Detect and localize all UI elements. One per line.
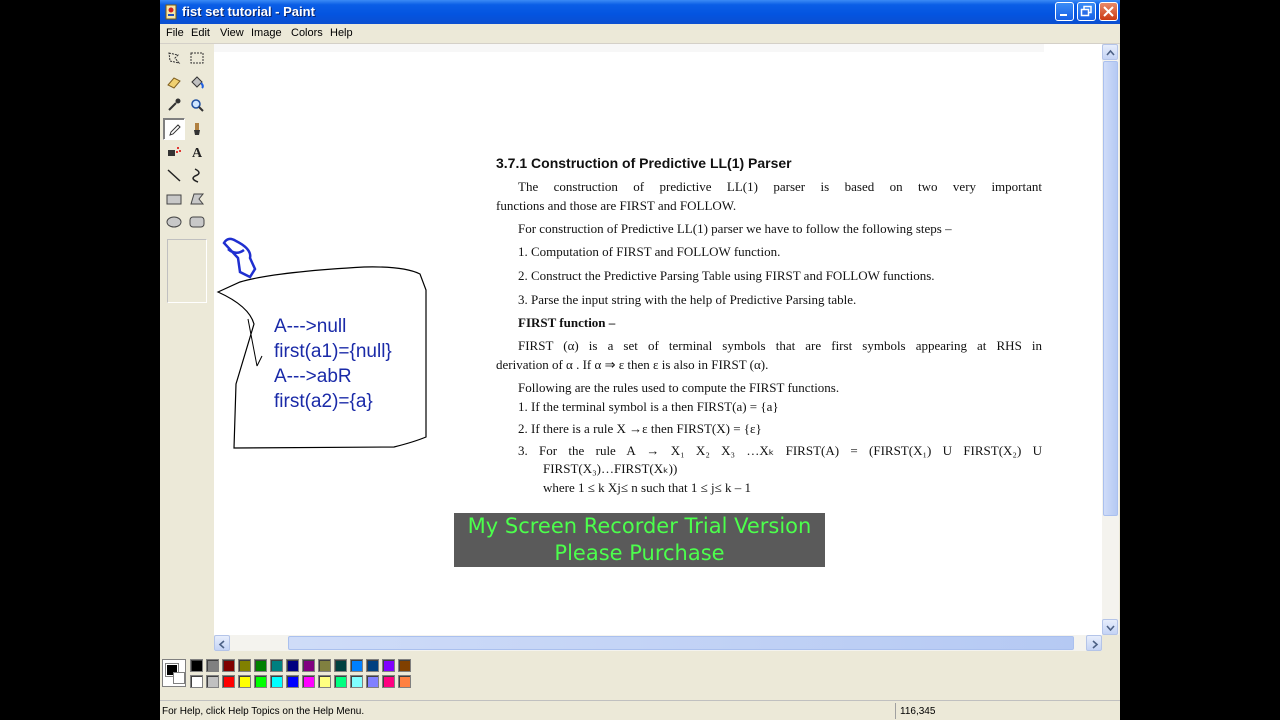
- brush-icon[interactable]: [186, 118, 208, 140]
- rectangle-icon[interactable]: [163, 188, 185, 210]
- palette-swatch-bottom-1[interactable]: [206, 675, 219, 688]
- menu-colors[interactable]: Colors: [291, 27, 323, 39]
- palette-swatch-bottom-10[interactable]: [350, 675, 363, 688]
- eraser-icon[interactable]: [163, 71, 185, 93]
- rect-select-icon[interactable]: [186, 47, 208, 69]
- window-title: fist set tutorial - Paint: [182, 4, 315, 19]
- current-colors[interactable]: [162, 659, 186, 687]
- magnifier-icon[interactable]: [186, 94, 208, 116]
- rounded-rect-icon[interactable]: [186, 211, 208, 233]
- title-bar[interactable]: fist set tutorial - Paint: [160, 0, 1120, 24]
- menu-image[interactable]: Image: [251, 27, 282, 39]
- canvas-area: 3.7.1 Construction of Predictive LL(1) P…: [214, 44, 1102, 635]
- palette-swatch-bottom-5[interactable]: [270, 675, 283, 688]
- free-select-icon[interactable]: [163, 47, 185, 69]
- note-line-1: A--->null: [274, 316, 347, 337]
- line-icon[interactable]: [163, 164, 185, 186]
- paint-app-icon: [165, 4, 177, 20]
- handwritten-notes: A--->null first(a1)={null} A--->abR firs…: [274, 314, 392, 414]
- pencil-icon[interactable]: [163, 118, 185, 140]
- color-picker-icon[interactable]: [163, 94, 185, 116]
- scroll-left-button[interactable]: [214, 635, 230, 651]
- menu-file[interactable]: File: [166, 27, 184, 39]
- toolbox: A: [160, 44, 214, 650]
- maximize-button[interactable]: [1077, 2, 1096, 21]
- horizontal-scrollbar[interactable]: [214, 635, 1102, 651]
- note-line-2: first(a1)={null}: [274, 341, 392, 362]
- status-help-text: For Help, click Help Topics on the Help …: [162, 706, 365, 717]
- menu-bar: File Edit View Image Colors Help: [160, 24, 1120, 44]
- palette-swatch-bottom-0[interactable]: [190, 675, 203, 688]
- palette-swatch-top-10[interactable]: [350, 659, 363, 672]
- palette-swatch-top-11[interactable]: [366, 659, 379, 672]
- status-separator: [895, 703, 896, 719]
- minimize-button[interactable]: [1055, 2, 1074, 21]
- palette-swatch-top-1[interactable]: [206, 659, 219, 672]
- horizontal-scroll-thumb[interactable]: [288, 636, 1074, 650]
- watermark-line-1: My Screen Recorder Trial Version: [467, 514, 812, 538]
- vertical-scroll-thumb[interactable]: [1103, 61, 1118, 516]
- palette-swatch-bottom-13[interactable]: [398, 675, 411, 688]
- palette-swatch-top-5[interactable]: [270, 659, 283, 672]
- palette-swatch-bottom-7[interactable]: [302, 675, 315, 688]
- note-line-3: A--->abR: [274, 366, 352, 387]
- tool-options-box[interactable]: [167, 239, 207, 303]
- scroll-up-button[interactable]: [1102, 44, 1118, 60]
- palette-swatch-bottom-4[interactable]: [254, 675, 267, 688]
- ellipse-icon[interactable]: [163, 211, 185, 233]
- close-button[interactable]: [1099, 2, 1118, 21]
- polygon-icon[interactable]: [186, 188, 208, 210]
- airbrush-icon[interactable]: [163, 141, 185, 163]
- palette-swatch-top-2[interactable]: [222, 659, 235, 672]
- palette-swatch-top-6[interactable]: [286, 659, 299, 672]
- scroll-right-button[interactable]: [1086, 635, 1102, 651]
- palette-swatch-top-8[interactable]: [318, 659, 331, 672]
- vertical-scrollbar[interactable]: [1102, 44, 1119, 635]
- status-bar: For Help, click Help Topics on the Help …: [160, 700, 1120, 720]
- palette-swatch-top-12[interactable]: [382, 659, 395, 672]
- watermark-line-2: Please Purchase: [554, 541, 725, 565]
- palette-swatch-bottom-3[interactable]: [238, 675, 251, 688]
- paint-window: fist set tutorial - Paint File Edit View…: [160, 0, 1120, 720]
- palette-swatch-top-7[interactable]: [302, 659, 315, 672]
- palette-swatch-bottom-2[interactable]: [222, 675, 235, 688]
- fill-icon[interactable]: [186, 71, 208, 93]
- palette-swatch-bottom-11[interactable]: [366, 675, 379, 688]
- menu-help[interactable]: Help: [330, 27, 353, 39]
- palette-swatch-bottom-12[interactable]: [382, 675, 395, 688]
- palette-swatch-bottom-8[interactable]: [318, 675, 331, 688]
- palette-swatch-top-0[interactable]: [190, 659, 203, 672]
- note-line-4: first(a2)={a}: [274, 391, 373, 412]
- curve-icon[interactable]: [186, 164, 208, 186]
- drawing-canvas[interactable]: 3.7.1 Construction of Predictive LL(1) P…: [214, 44, 1102, 635]
- recorder-watermark: My Screen Recorder Trial Version Please …: [454, 513, 825, 567]
- background-color: [173, 672, 185, 684]
- svg-text:A: A: [192, 146, 203, 160]
- color-palette: [160, 651, 1120, 699]
- palette-swatch-bottom-6[interactable]: [286, 675, 299, 688]
- palette-swatch-top-9[interactable]: [334, 659, 347, 672]
- menu-edit[interactable]: Edit: [191, 27, 210, 39]
- scroll-down-button[interactable]: [1102, 619, 1118, 635]
- palette-swatch-bottom-9[interactable]: [334, 675, 347, 688]
- palette-swatch-top-4[interactable]: [254, 659, 267, 672]
- text-icon[interactable]: A: [186, 141, 208, 163]
- palette-swatch-top-13[interactable]: [398, 659, 411, 672]
- menu-view[interactable]: View: [220, 27, 244, 39]
- cursor-coordinates: 116,345: [900, 706, 936, 717]
- palette-swatch-top-3[interactable]: [238, 659, 251, 672]
